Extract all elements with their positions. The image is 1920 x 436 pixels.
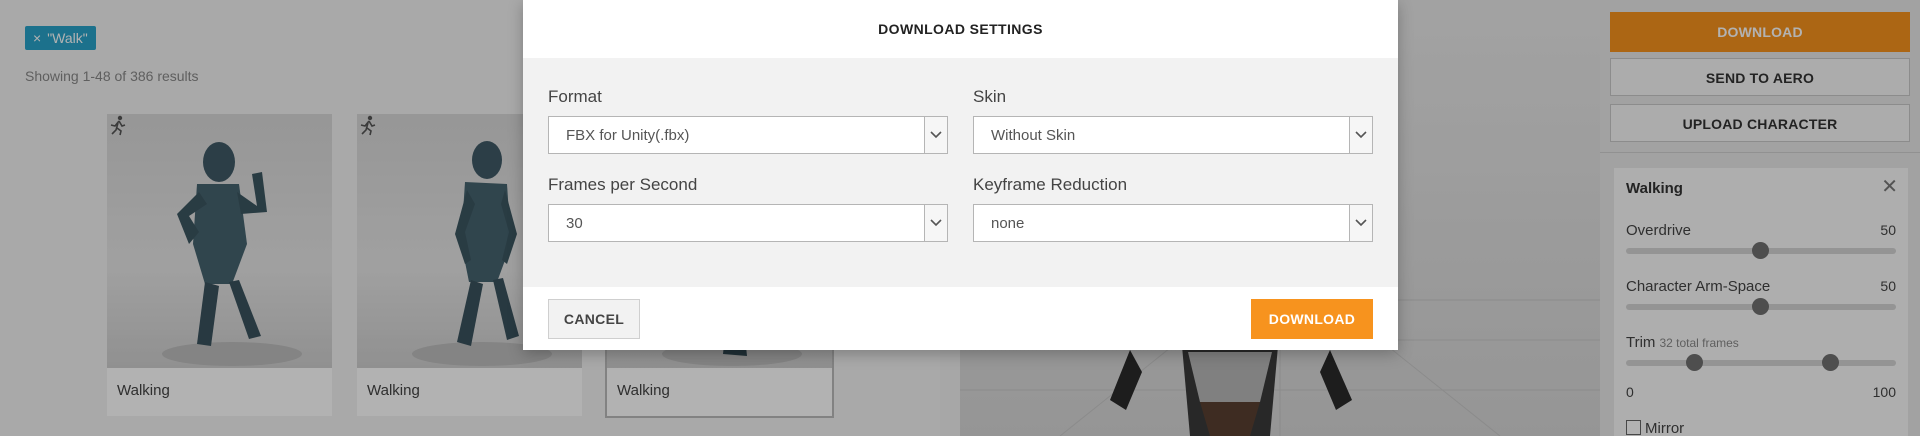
cancel-button[interactable]: CANCEL [548, 299, 640, 339]
skin-select[interactable]: Without Skin [973, 116, 1373, 154]
format-select[interactable]: FBX for Unity(.fbx) [548, 116, 948, 154]
format-field: Format FBX for Unity(.fbx) [548, 87, 948, 154]
modal-title: DOWNLOAD SETTINGS [878, 21, 1043, 37]
fps-field: Frames per Second 30 [548, 175, 948, 242]
chevron-down-icon[interactable] [924, 117, 947, 153]
keyframe-reduction-select[interactable]: none [973, 204, 1373, 242]
modal-download-button[interactable]: DOWNLOAD [1251, 299, 1373, 339]
keyframe-reduction-label: Keyframe Reduction [973, 175, 1128, 194]
fps-label: Frames per Second [548, 175, 698, 194]
chevron-down-icon[interactable] [924, 205, 947, 241]
keyframe-reduction-field: Keyframe Reduction none [973, 175, 1373, 242]
format-label: Format [548, 87, 602, 106]
fps-select[interactable]: 30 [548, 204, 948, 242]
keyframe-reduction-value: none [991, 215, 1025, 232]
modal-footer: CANCEL DOWNLOAD [523, 287, 1398, 350]
format-value: FBX for Unity(.fbx) [566, 127, 690, 144]
skin-value: Without Skin [991, 127, 1076, 144]
modal-header: DOWNLOAD SETTINGS [523, 0, 1398, 58]
skin-label: Skin [973, 87, 1007, 106]
download-settings-modal: DOWNLOAD SETTINGS Format FBX for Unity(.… [523, 0, 1398, 350]
chevron-down-icon[interactable] [1349, 117, 1372, 153]
chevron-down-icon[interactable] [1349, 205, 1372, 241]
modal-body: Format FBX for Unity(.fbx) Skin Without … [523, 58, 1398, 287]
fps-value: 30 [566, 215, 583, 232]
skin-field: Skin Without Skin [973, 87, 1373, 154]
